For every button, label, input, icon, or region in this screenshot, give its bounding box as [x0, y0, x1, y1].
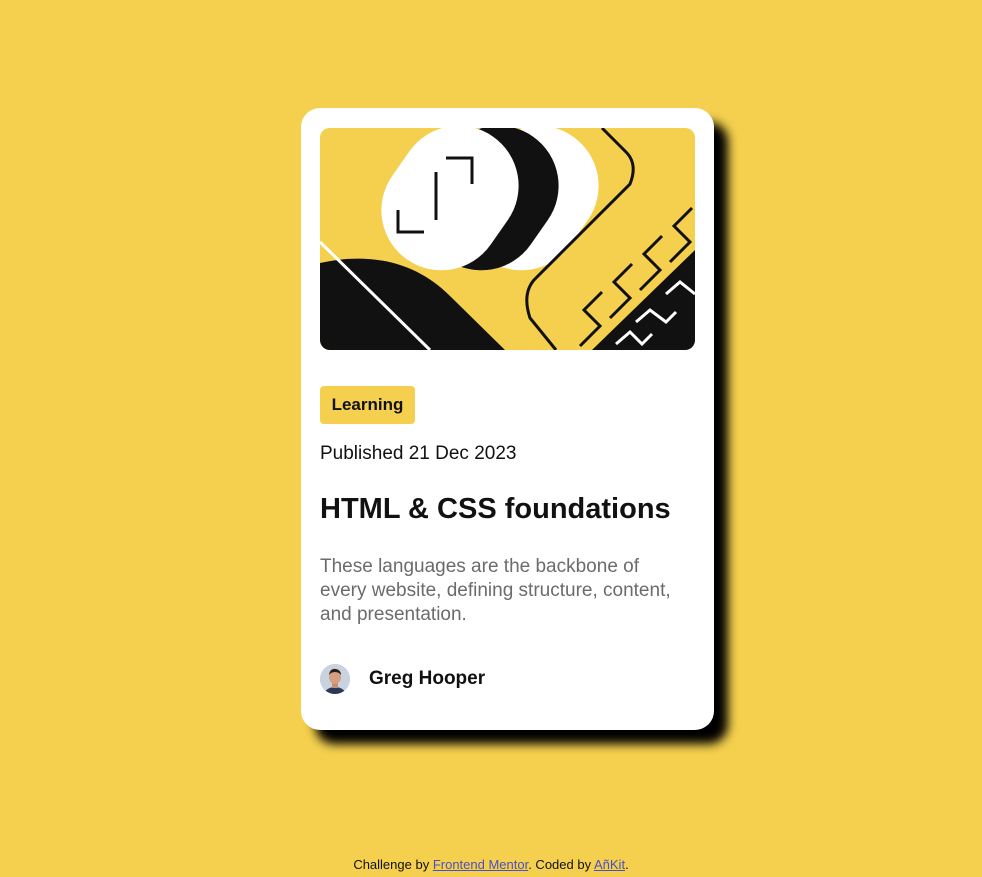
author-name: Greg Hooper [369, 668, 486, 689]
author-row: Greg Hooper [320, 664, 485, 694]
footer-prefix: Challenge by [353, 857, 433, 872]
avatar [320, 664, 350, 694]
category-tag: Learning [320, 386, 415, 424]
abstract-illustration-icon [320, 128, 695, 350]
frontend-mentor-link[interactable]: Frontend Mentor [433, 857, 528, 872]
footer-suffix: . [625, 857, 629, 872]
attribution-footer: Challenge by Frontend Mentor. Coded by A… [0, 857, 982, 872]
card-title[interactable]: HTML & CSS foundations [320, 493, 671, 526]
published-date: Published 21 Dec 2023 [320, 443, 517, 464]
footer-middle: . Coded by [528, 857, 594, 872]
hero-illustration [320, 128, 695, 350]
coder-link[interactable]: AñKit [594, 857, 625, 872]
avatar-photo-icon [320, 664, 350, 694]
blog-preview-card: Learning Published 21 Dec 2023 HTML & CS… [301, 108, 714, 730]
card-description: These languages are the backbone of ever… [320, 556, 671, 625]
